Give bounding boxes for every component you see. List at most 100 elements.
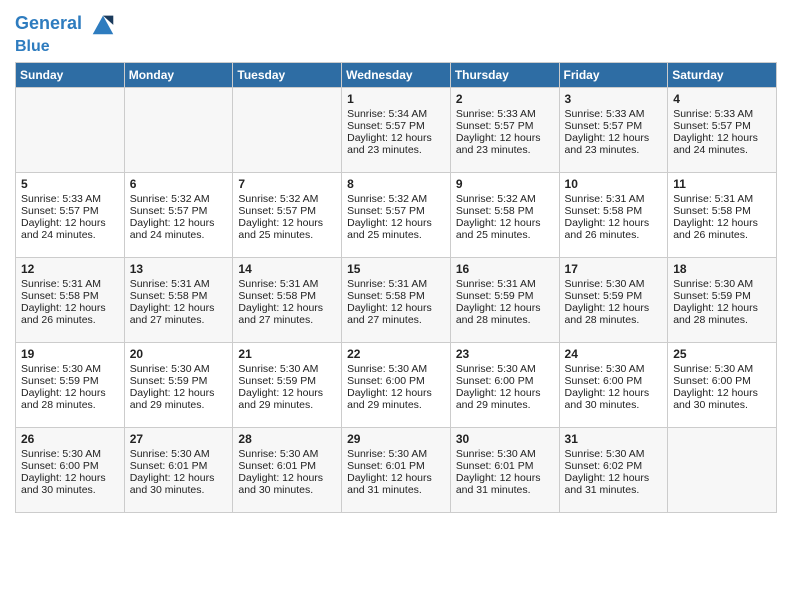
sunset-text: Sunset: 5:58 PM: [456, 205, 555, 217]
calendar-cell: 31Sunrise: 5:30 AMSunset: 6:02 PMDayligh…: [559, 427, 668, 512]
day-number: 26: [21, 432, 120, 446]
day-number: 12: [21, 262, 120, 276]
daylight-text: Daylight: 12 hours and 28 minutes.: [21, 387, 120, 411]
sunset-text: Sunset: 5:57 PM: [21, 205, 120, 217]
daylight-text: Daylight: 12 hours and 23 minutes.: [565, 132, 664, 156]
day-number: 2: [456, 92, 555, 106]
sunrise-text: Sunrise: 5:30 AM: [565, 448, 664, 460]
column-header-monday: Monday: [124, 62, 233, 87]
day-number: 11: [673, 177, 772, 191]
daylight-text: Daylight: 12 hours and 24 minutes.: [673, 132, 772, 156]
calendar-cell: 27Sunrise: 5:30 AMSunset: 6:01 PMDayligh…: [124, 427, 233, 512]
calendar-cell: 6Sunrise: 5:32 AMSunset: 5:57 PMDaylight…: [124, 172, 233, 257]
sunrise-text: Sunrise: 5:30 AM: [565, 363, 664, 375]
daylight-text: Daylight: 12 hours and 27 minutes.: [347, 302, 446, 326]
sunset-text: Sunset: 5:59 PM: [456, 290, 555, 302]
sunrise-text: Sunrise: 5:32 AM: [130, 193, 229, 205]
sunset-text: Sunset: 5:58 PM: [238, 290, 337, 302]
calendar-cell: 13Sunrise: 5:31 AMSunset: 5:58 PMDayligh…: [124, 257, 233, 342]
day-number: 8: [347, 177, 446, 191]
sunrise-text: Sunrise: 5:30 AM: [238, 448, 337, 460]
calendar-cell: 3Sunrise: 5:33 AMSunset: 5:57 PMDaylight…: [559, 87, 668, 172]
sunrise-text: Sunrise: 5:32 AM: [456, 193, 555, 205]
daylight-text: Daylight: 12 hours and 30 minutes.: [238, 472, 337, 496]
sunrise-text: Sunrise: 5:33 AM: [673, 108, 772, 120]
logo: General Blue: [15, 10, 117, 56]
sunset-text: Sunset: 5:57 PM: [456, 120, 555, 132]
sunset-text: Sunset: 5:58 PM: [673, 205, 772, 217]
sunset-text: Sunset: 6:02 PM: [565, 460, 664, 472]
calendar-cell: 18Sunrise: 5:30 AMSunset: 5:59 PMDayligh…: [668, 257, 777, 342]
day-number: 7: [238, 177, 337, 191]
daylight-text: Daylight: 12 hours and 29 minutes.: [238, 387, 337, 411]
daylight-text: Daylight: 12 hours and 25 minutes.: [456, 217, 555, 241]
calendar-header-row: SundayMondayTuesdayWednesdayThursdayFrid…: [16, 62, 777, 87]
column-header-friday: Friday: [559, 62, 668, 87]
day-number: 31: [565, 432, 664, 446]
daylight-text: Daylight: 12 hours and 28 minutes.: [565, 302, 664, 326]
sunrise-text: Sunrise: 5:31 AM: [238, 278, 337, 290]
day-number: 28: [238, 432, 337, 446]
calendar-cell: 14Sunrise: 5:31 AMSunset: 5:58 PMDayligh…: [233, 257, 342, 342]
calendar-cell: 16Sunrise: 5:31 AMSunset: 5:59 PMDayligh…: [450, 257, 559, 342]
sunset-text: Sunset: 5:59 PM: [130, 375, 229, 387]
sunrise-text: Sunrise: 5:30 AM: [673, 363, 772, 375]
daylight-text: Daylight: 12 hours and 31 minutes.: [347, 472, 446, 496]
day-number: 18: [673, 262, 772, 276]
daylight-text: Daylight: 12 hours and 26 minutes.: [21, 302, 120, 326]
sunrise-text: Sunrise: 5:30 AM: [238, 363, 337, 375]
day-number: 21: [238, 347, 337, 361]
day-number: 1: [347, 92, 446, 106]
sunset-text: Sunset: 6:00 PM: [456, 375, 555, 387]
calendar-cell: [233, 87, 342, 172]
daylight-text: Daylight: 12 hours and 31 minutes.: [456, 472, 555, 496]
daylight-text: Daylight: 12 hours and 29 minutes.: [456, 387, 555, 411]
sunrise-text: Sunrise: 5:32 AM: [347, 193, 446, 205]
calendar-week-4: 19Sunrise: 5:30 AMSunset: 5:59 PMDayligh…: [16, 342, 777, 427]
sunrise-text: Sunrise: 5:30 AM: [347, 448, 446, 460]
sunrise-text: Sunrise: 5:30 AM: [21, 363, 120, 375]
calendar-cell: 9 Sunrise: 5:32 AMSunset: 5:58 PMDaylight…: [450, 172, 559, 257]
sunrise-text: Sunrise: 5:30 AM: [456, 448, 555, 460]
sunset-text: Sunset: 6:00 PM: [347, 375, 446, 387]
calendar-cell: 4Sunrise: 5:33 AMSunset: 5:57 PMDaylight…: [668, 87, 777, 172]
day-number: 22: [347, 347, 446, 361]
sunrise-text: Sunrise: 5:30 AM: [673, 278, 772, 290]
day-number: 9: [456, 177, 555, 191]
sunrise-text: Sunrise: 5:30 AM: [347, 363, 446, 375]
calendar-cell: 8Sunrise: 5:32 AMSunset: 5:57 PMDaylight…: [342, 172, 451, 257]
calendar-cell: 1Sunrise: 5:34 AMSunset: 5:57 PMDaylight…: [342, 87, 451, 172]
sunrise-text: Sunrise: 5:31 AM: [673, 193, 772, 205]
calendar-cell: [124, 87, 233, 172]
daylight-text: Daylight: 12 hours and 24 minutes.: [130, 217, 229, 241]
day-number: 20: [130, 347, 229, 361]
sunset-text: Sunset: 6:00 PM: [673, 375, 772, 387]
daylight-text: Daylight: 12 hours and 23 minutes.: [456, 132, 555, 156]
calendar-cell: 23 Sunrise: 5:30 AMSunset: 6:00 PMDayligh…: [450, 342, 559, 427]
sunset-text: Sunset: 5:59 PM: [21, 375, 120, 387]
sunrise-text: Sunrise: 5:30 AM: [21, 448, 120, 460]
calendar-week-2: 5Sunrise: 5:33 AMSunset: 5:57 PMDaylight…: [16, 172, 777, 257]
daylight-text: Daylight: 12 hours and 26 minutes.: [673, 217, 772, 241]
day-number: 24: [565, 347, 664, 361]
column-header-saturday: Saturday: [668, 62, 777, 87]
sunrise-text: Sunrise: 5:31 AM: [130, 278, 229, 290]
calendar-cell: 25Sunrise: 5:30 AMSunset: 6:00 PMDayligh…: [668, 342, 777, 427]
sunset-text: Sunset: 5:59 PM: [673, 290, 772, 302]
day-number: 5: [21, 177, 120, 191]
calendar-cell: 2Sunrise: 5:33 AMSunset: 5:57 PMDaylight…: [450, 87, 559, 172]
day-number: 29: [347, 432, 446, 446]
sunset-text: Sunset: 6:01 PM: [238, 460, 337, 472]
calendar-cell: 19Sunrise: 5:30 AMSunset: 5:59 PMDayligh…: [16, 342, 125, 427]
calendar-cell: 5Sunrise: 5:33 AMSunset: 5:57 PMDaylight…: [16, 172, 125, 257]
sunrise-text: Sunrise: 5:31 AM: [21, 278, 120, 290]
calendar-cell: [668, 427, 777, 512]
sunrise-text: Sunrise: 5:32 AM: [238, 193, 337, 205]
daylight-text: Daylight: 12 hours and 30 minutes.: [565, 387, 664, 411]
day-number: 16: [456, 262, 555, 276]
calendar-week-3: 12Sunrise: 5:31 AMSunset: 5:58 PMDayligh…: [16, 257, 777, 342]
sunrise-text: Sunrise: 5:33 AM: [565, 108, 664, 120]
sunrise-text: Sunrise: 5:30 AM: [456, 363, 555, 375]
day-number: 23: [456, 347, 555, 361]
sunset-text: Sunset: 5:58 PM: [21, 290, 120, 302]
